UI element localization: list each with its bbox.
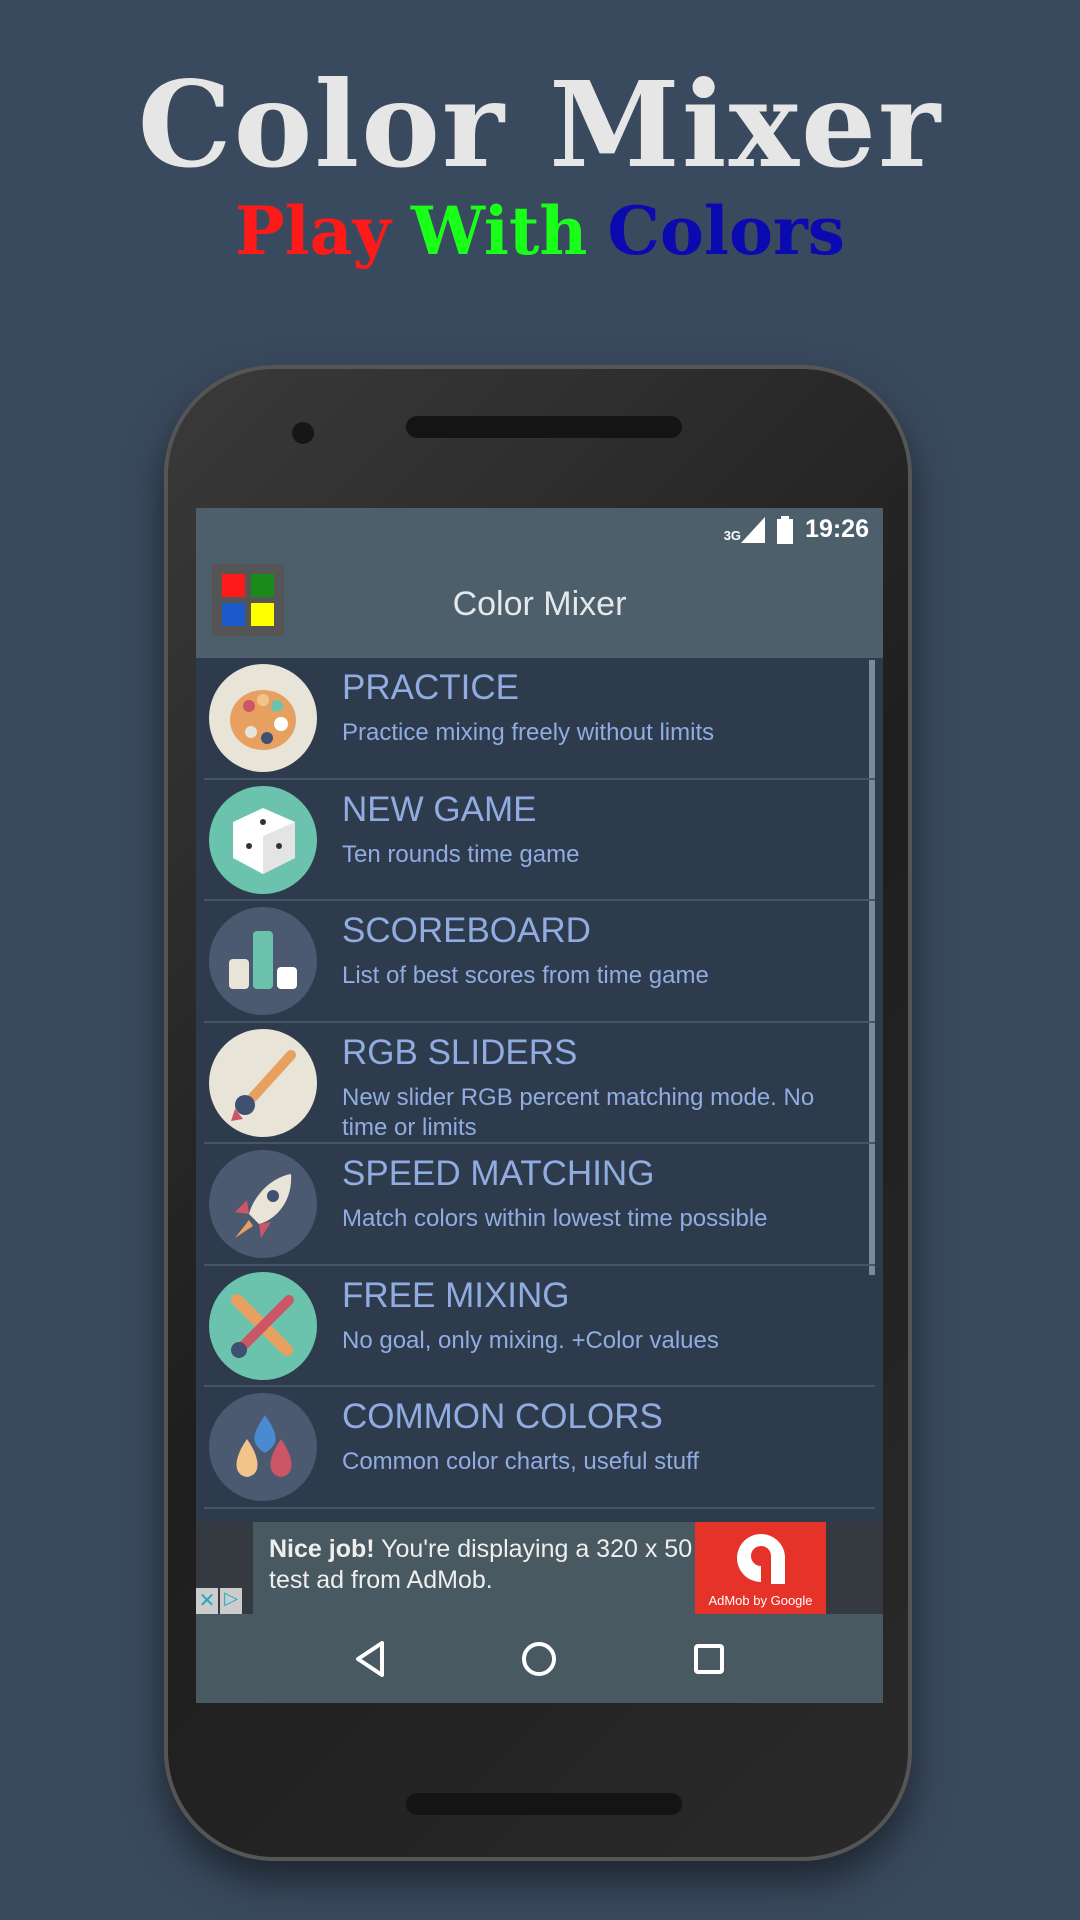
menu-list: PRACTICE Practice mixing freely without …: [196, 658, 883, 1509]
menu-item-scoreboard[interactable]: SCOREBOARD List of best scores from time…: [204, 901, 875, 1023]
ad-text[interactable]: Nice job! You're displaying a 320 x 50 t…: [253, 1522, 745, 1614]
menu-item-desc: No goal, only mixing. +Color values: [342, 1326, 719, 1354]
menu-item-desc: Common color charts, useful stuff: [342, 1448, 700, 1475]
menu-item-title: RGB SLIDERS: [342, 1032, 578, 1072]
battery-icon: [777, 515, 794, 544]
menu-item-common-colors[interactable]: COMMON COLORS Common color charts, usefu…: [204, 1387, 875, 1509]
menu-item-title: FREE MIXING: [342, 1275, 570, 1315]
subtitle-word: Play: [235, 192, 391, 270]
drops-icon: [209, 1393, 317, 1501]
camera: [292, 422, 314, 444]
back-icon[interactable]: [354, 1640, 386, 1678]
subtitle-word: Colors: [607, 192, 845, 270]
menu-item-title: COMMON COLORS: [342, 1397, 663, 1436]
subtitle-word: With: [410, 192, 588, 270]
menu-item-speed-matching[interactable]: SPEED MATCHING Match colors within lowes…: [204, 1144, 875, 1266]
rocket-icon: [209, 1150, 317, 1258]
brush-pencil-icon: [209, 1271, 317, 1380]
screen: 3G 19:26 Color Mixer PRACTICE Practice m…: [196, 508, 883, 1703]
menu-item-desc: Practice mixing freely without limits: [342, 719, 715, 746]
dice-icon: [209, 785, 317, 894]
bottom-speaker: [406, 1793, 682, 1815]
palette-icon: [209, 664, 317, 772]
menu-item-title: SPEED MATCHING: [342, 1154, 655, 1193]
menu-item-desc: Ten rounds time game: [342, 840, 580, 868]
menu-item-title: PRACTICE: [342, 668, 519, 707]
ad-banner[interactable]: Nice job! You're displaying a 320 x 50 t…: [196, 1522, 883, 1614]
navigation-bar: [196, 1614, 883, 1703]
menu-item-practice[interactable]: PRACTICE Practice mixing freely without …: [204, 658, 875, 780]
recents-icon[interactable]: [693, 1643, 725, 1675]
home-icon[interactable]: [521, 1641, 557, 1677]
menu-item-rgb-sliders[interactable]: RGB SLIDERS New slider RGB percent match…: [204, 1023, 875, 1144]
menu-item-free-mixing[interactable]: FREE MIXING No goal, only mixing. +Color…: [204, 1266, 875, 1387]
promo-title: Color Mixer: [137, 55, 943, 194]
menu-item-desc: New slider RGB percent matching mode. No…: [342, 1083, 815, 1141]
bar-chart-icon: [209, 907, 317, 1015]
signal-icon: 3G: [724, 516, 766, 543]
ad-brand: AdMob by Google: [708, 1593, 813, 1608]
ad-bold: Nice job!: [269, 1535, 375, 1563]
menu-item-new-game[interactable]: NEW GAME Ten rounds time game: [204, 780, 875, 901]
promo-subtitle: Play With Colors: [0, 192, 1080, 270]
menu-item-desc: List of best scores from time game: [342, 962, 709, 989]
paintbrush-icon: [209, 1028, 317, 1137]
admob-logo[interactable]: AdMob by Google: [695, 1522, 826, 1614]
admob-icon: [736, 1533, 785, 1584]
menu-item-title: NEW GAME: [342, 789, 537, 829]
ad-close-icon[interactable]: ✕: [196, 1588, 218, 1614]
adchoices-icon[interactable]: ▷: [220, 1588, 242, 1614]
toolbar: Color Mixer: [196, 551, 883, 658]
status-bar: 3G 19:26: [196, 508, 883, 551]
app-logo-icon: [212, 564, 284, 636]
top-speaker: [406, 416, 682, 438]
toolbar-title: Color Mixer: [452, 585, 627, 623]
menu-item-title: SCOREBOARD: [342, 911, 591, 950]
menu-item-desc: Match colors within lowest time possible: [342, 1205, 768, 1232]
clock: 19:26: [805, 515, 869, 543]
